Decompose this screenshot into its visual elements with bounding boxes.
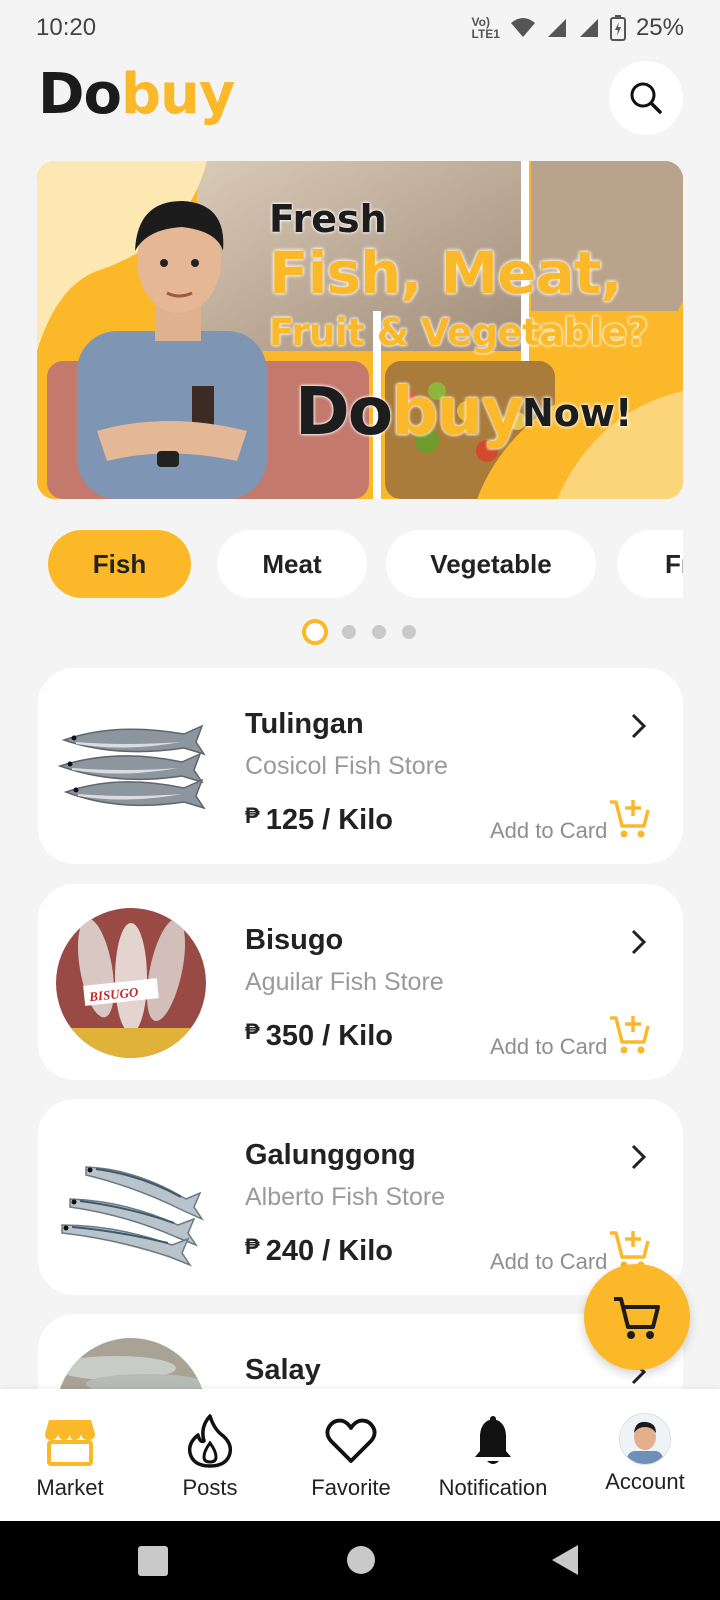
peso-icon: ₱ [245, 1234, 260, 1259]
add-to-cart-icon[interactable] [608, 796, 652, 840]
chevron-right-icon[interactable] [628, 712, 650, 740]
flame-icon [187, 1414, 233, 1468]
status-time: 10:20 [36, 14, 97, 41]
chevron-right-icon[interactable] [628, 1143, 650, 1171]
banner-brand: Dobuy [295, 373, 524, 450]
product-store[interactable]: Cosicol Fish Store [245, 752, 448, 781]
carousel-dot[interactable] [372, 625, 386, 639]
add-to-cart-icon[interactable] [608, 1012, 652, 1056]
cart-fab-button[interactable] [584, 1264, 690, 1370]
product-image-tulingan [57, 724, 206, 810]
banner-line-fresh: Fresh [269, 197, 387, 241]
system-navigation-bar [0, 1521, 720, 1600]
nav-favorite[interactable]: Favorite [296, 1389, 406, 1521]
shopping-cart-icon [614, 1297, 660, 1339]
add-to-cart-label[interactable]: Add to Card [490, 1249, 607, 1275]
product-price: ₱ 350 / Kilo [245, 1019, 394, 1053]
carousel-dot-active[interactable] [302, 619, 328, 645]
recent-apps-button[interactable] [138, 1546, 168, 1576]
product-price-value: 125 / Kilo [265, 804, 394, 836]
product-card-bisugo[interactable]: BISUGO Bisugo Aguilar Fish Store ₱ 350 / … [38, 884, 683, 1080]
peso-icon: ₱ [245, 1019, 260, 1044]
product-image-galunggong [61, 1166, 205, 1267]
back-button[interactable] [550, 1543, 582, 1577]
logo-part-buy: buy [120, 62, 235, 127]
wifi-icon [510, 18, 535, 37]
carousel-indicator [0, 618, 720, 646]
status-bar: 10:20 Vo) LTE1 25% [0, 0, 720, 56]
battery-icon [609, 15, 626, 41]
product-card-galunggong[interactable]: Galunggong Alberto Fish Store ₱ 240 / Kil… [38, 1099, 683, 1295]
banner-brand-do: Do [295, 373, 393, 450]
product-name: Tulingan [245, 708, 364, 740]
product-price-value: 240 / Kilo [265, 1235, 394, 1267]
product-price-value: 350 / Kilo [265, 1020, 394, 1052]
product-image-salay [56, 1338, 206, 1389]
nav-label: Notification [438, 1475, 548, 1500]
nav-posts[interactable]: Posts [160, 1389, 260, 1521]
search-button[interactable] [609, 61, 683, 135]
search-icon [630, 82, 662, 114]
add-to-cart-label[interactable]: Add to Card [490, 818, 607, 844]
volte-icon: Vo) LTE1 [471, 15, 500, 41]
app-logo: Dobuy [38, 62, 235, 127]
nav-account[interactable]: Account [590, 1389, 700, 1521]
nav-label: Posts [182, 1475, 238, 1500]
category-fish[interactable]: Fish [48, 530, 191, 598]
category-meat[interactable]: Meat [217, 530, 367, 598]
add-to-cart-label[interactable]: Add to Card [490, 1034, 607, 1060]
carousel-dot[interactable] [402, 625, 416, 639]
bell-icon [475, 1416, 511, 1464]
battery-percent: 25% [635, 14, 684, 41]
nav-label: Account [605, 1469, 685, 1494]
banner-brand-buy: buy [391, 373, 524, 450]
logo-part-do: Do [38, 62, 122, 127]
bottom-navigation: Market Posts Favorite Notification Accou… [0, 1389, 720, 1521]
promo-banner[interactable]: Fresh Fish, Meat, Fruit & Vegetable? Dob… [37, 161, 683, 499]
product-name: Salay [245, 1354, 321, 1386]
nav-label: Favorite [311, 1475, 391, 1500]
product-store[interactable]: Aguilar Fish Store [245, 968, 444, 997]
heart-icon [325, 1418, 377, 1463]
product-card-tulingan[interactable]: Tulingan Cosicol Fish Store ₱ 125 / Kilo … [38, 668, 683, 864]
nav-label: Market [36, 1475, 104, 1500]
signal-icon-2 [579, 19, 598, 37]
carousel-dot[interactable] [342, 625, 356, 639]
product-store[interactable]: Alberto Fish Store [245, 1183, 445, 1212]
banner-line-fruit-veg: Fruit & Vegetable? [269, 311, 648, 354]
category-vegetable[interactable]: Vegetable [386, 530, 596, 598]
banner-line-fish-meat: Fish, Meat, [269, 239, 622, 307]
store-icon [45, 1420, 95, 1466]
chevron-right-icon[interactable] [628, 928, 650, 956]
nav-notification[interactable]: Notification [428, 1389, 558, 1521]
product-name: Galunggong [245, 1139, 416, 1171]
product-image-bisugo: BISUGO [56, 908, 206, 1058]
product-price: ₱ 240 / Kilo [245, 1234, 394, 1268]
nav-market[interactable]: Market [20, 1389, 120, 1521]
signal-icon [547, 19, 566, 37]
category-fruit[interactable]: Fr [617, 530, 683, 598]
home-button[interactable] [347, 1546, 375, 1574]
product-name: Bisugo [245, 924, 344, 956]
product-price: ₱ 125 / Kilo [245, 803, 394, 837]
banner-cta: Now! [522, 391, 633, 435]
peso-icon: ₱ [245, 803, 260, 828]
category-tabs: Fish Meat Vegetable Fr [37, 530, 683, 600]
avatar [619, 1413, 671, 1465]
